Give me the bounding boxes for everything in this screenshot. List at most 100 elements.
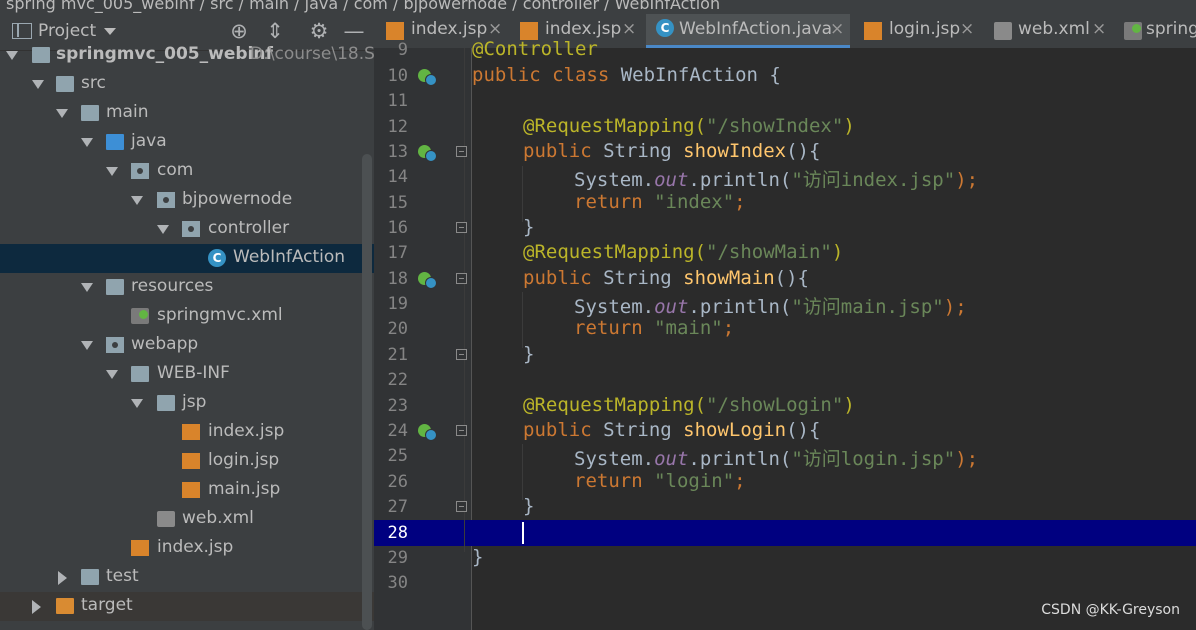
watermark: CSDN @KK-Greyson [1041, 602, 1180, 618]
expand-arrow-icon[interactable] [6, 51, 18, 60]
tree-item-web-xml[interactable]: web.xml [0, 505, 374, 534]
jsp-file-icon [131, 540, 149, 556]
resources-folder-icon [106, 279, 124, 295]
spring-bean-icon[interactable] [418, 67, 437, 86]
close-icon[interactable]: × [830, 19, 844, 39]
code-token: (){ [786, 419, 821, 441]
chevron-down-icon[interactable] [104, 28, 116, 35]
tree-item-test[interactable]: test [0, 563, 374, 592]
expand-arrow-icon[interactable] [106, 167, 118, 176]
line-number: 12 [387, 117, 408, 137]
request-mapping-icon[interactable] [418, 422, 437, 441]
expand-arrow-icon[interactable] [131, 399, 143, 408]
tab-label: login.jsp [889, 19, 961, 39]
request-mapping-icon[interactable] [418, 270, 437, 289]
tree-item-webapp[interactable]: webapp [0, 331, 374, 360]
code-token: "访问index.jsp" [791, 169, 956, 191]
close-icon[interactable]: × [1092, 19, 1106, 39]
class-icon: C [208, 249, 226, 267]
project-view-selector[interactable]: Project [38, 21, 96, 41]
line-number: 22 [387, 370, 408, 390]
line-number: 20 [387, 319, 408, 339]
tree-item-index-jsp[interactable]: index.jsp [0, 418, 374, 447]
tree-item-webinfaction[interactable]: C WebInfAction [0, 244, 374, 273]
code-token: ); [955, 448, 979, 470]
jsp-file-icon [182, 453, 200, 469]
tree-item-label: index.jsp [157, 537, 234, 557]
collapsed-arrow-icon[interactable] [58, 571, 67, 585]
expand-arrow-icon[interactable] [157, 225, 169, 234]
tree-item-web-inf[interactable]: WEB-INF [0, 360, 374, 389]
tree-item-bjpowernode[interactable]: bjpowernode [0, 186, 374, 215]
close-icon[interactable]: × [622, 19, 636, 39]
fold-marker-icon[interactable] [456, 273, 467, 284]
expand-arrow-icon[interactable] [106, 370, 118, 379]
tab-webinfaction-java[interactable]: C WebInfAction.java × [646, 14, 850, 48]
request-mapping-icon[interactable] [418, 143, 437, 162]
code-token: public [523, 419, 604, 441]
line-number: 16 [387, 218, 408, 238]
tree-item-controller[interactable]: controller [0, 215, 374, 244]
expand-arrow-icon[interactable] [56, 109, 68, 118]
fold-marker-icon[interactable] [456, 425, 467, 436]
code-token: "index" [654, 191, 735, 213]
collapsed-arrow-icon[interactable] [32, 600, 41, 614]
tab-web-xml[interactable]: web.xml × [980, 14, 1110, 48]
code-token: public [523, 140, 604, 162]
jsp-file-icon [182, 424, 200, 440]
code-token: "访问main.jsp" [791, 296, 944, 318]
tree-item-label: src [81, 73, 106, 93]
line-number: 10 [387, 66, 408, 86]
line-number: 29 [387, 548, 408, 568]
indent-guide [464, 48, 465, 552]
code-token: ) [843, 394, 855, 416]
code-line: public class WebInfAction { [472, 64, 781, 86]
indent-guide [522, 444, 523, 500]
tree-item-main-jsp[interactable]: main.jsp [0, 476, 374, 505]
project-scrollbar[interactable] [362, 154, 372, 630]
tree-item-project-root[interactable]: springmvc_005_webinf D:\course\18.Sp [0, 41, 374, 70]
package-icon [131, 163, 149, 179]
tree-item-jsp[interactable]: jsp [0, 389, 374, 418]
expand-arrow-icon[interactable] [131, 196, 143, 205]
tree-item-src[interactable]: src [0, 70, 374, 99]
code-token: public class [472, 64, 621, 86]
code-token: ) [843, 115, 855, 137]
code-token: (){ [774, 267, 809, 289]
fold-marker-icon[interactable] [456, 222, 467, 233]
tree-item-label: index.jsp [208, 421, 285, 441]
code-line: } [523, 495, 535, 517]
navigation-bar-text: spring mvc_005_webinf / src / main / jav… [6, 0, 721, 13]
expand-arrow-icon[interactable] [81, 138, 93, 147]
source-folder-icon [106, 134, 124, 150]
code-token: showMain [683, 267, 775, 289]
fold-marker-icon[interactable] [456, 349, 467, 360]
tree-item-root-index-jsp[interactable]: index.jsp [0, 534, 374, 563]
fold-marker-icon[interactable] [456, 146, 467, 157]
code-line: System.out.println("访问main.jsp"); [574, 292, 967, 319]
code-token: .println( [688, 448, 792, 470]
expand-arrow-icon[interactable] [81, 283, 93, 292]
expand-arrow-icon[interactable] [81, 341, 93, 350]
line-number: 14 [387, 167, 408, 187]
tree-item-main[interactable]: main [0, 99, 374, 128]
tree-item-resources[interactable]: resources [0, 273, 374, 302]
tree-item-springmvc-xml[interactable]: springmvc.xml [0, 302, 374, 331]
close-icon[interactable]: × [960, 19, 974, 39]
fold-marker-icon[interactable] [456, 501, 467, 512]
tab-spring[interactable]: spring [1114, 14, 1196, 48]
tree-item-com[interactable]: com [0, 157, 374, 186]
code-token: out [654, 448, 689, 470]
tree-item-target[interactable]: target [0, 592, 374, 621]
class-icon: C [656, 19, 674, 37]
code-token: return [574, 470, 655, 492]
close-icon[interactable]: × [488, 19, 502, 39]
expand-arrow-icon[interactable] [32, 80, 44, 89]
tree-item-java[interactable]: java [0, 128, 374, 157]
tab-login-jsp[interactable]: login.jsp × [852, 14, 978, 48]
tree-item-label: main [106, 102, 149, 122]
line-number: 19 [387, 294, 408, 314]
tree-item-login-jsp[interactable]: login.jsp [0, 447, 374, 476]
code-line: @Controller [472, 38, 598, 60]
module-folder-icon [32, 47, 50, 63]
